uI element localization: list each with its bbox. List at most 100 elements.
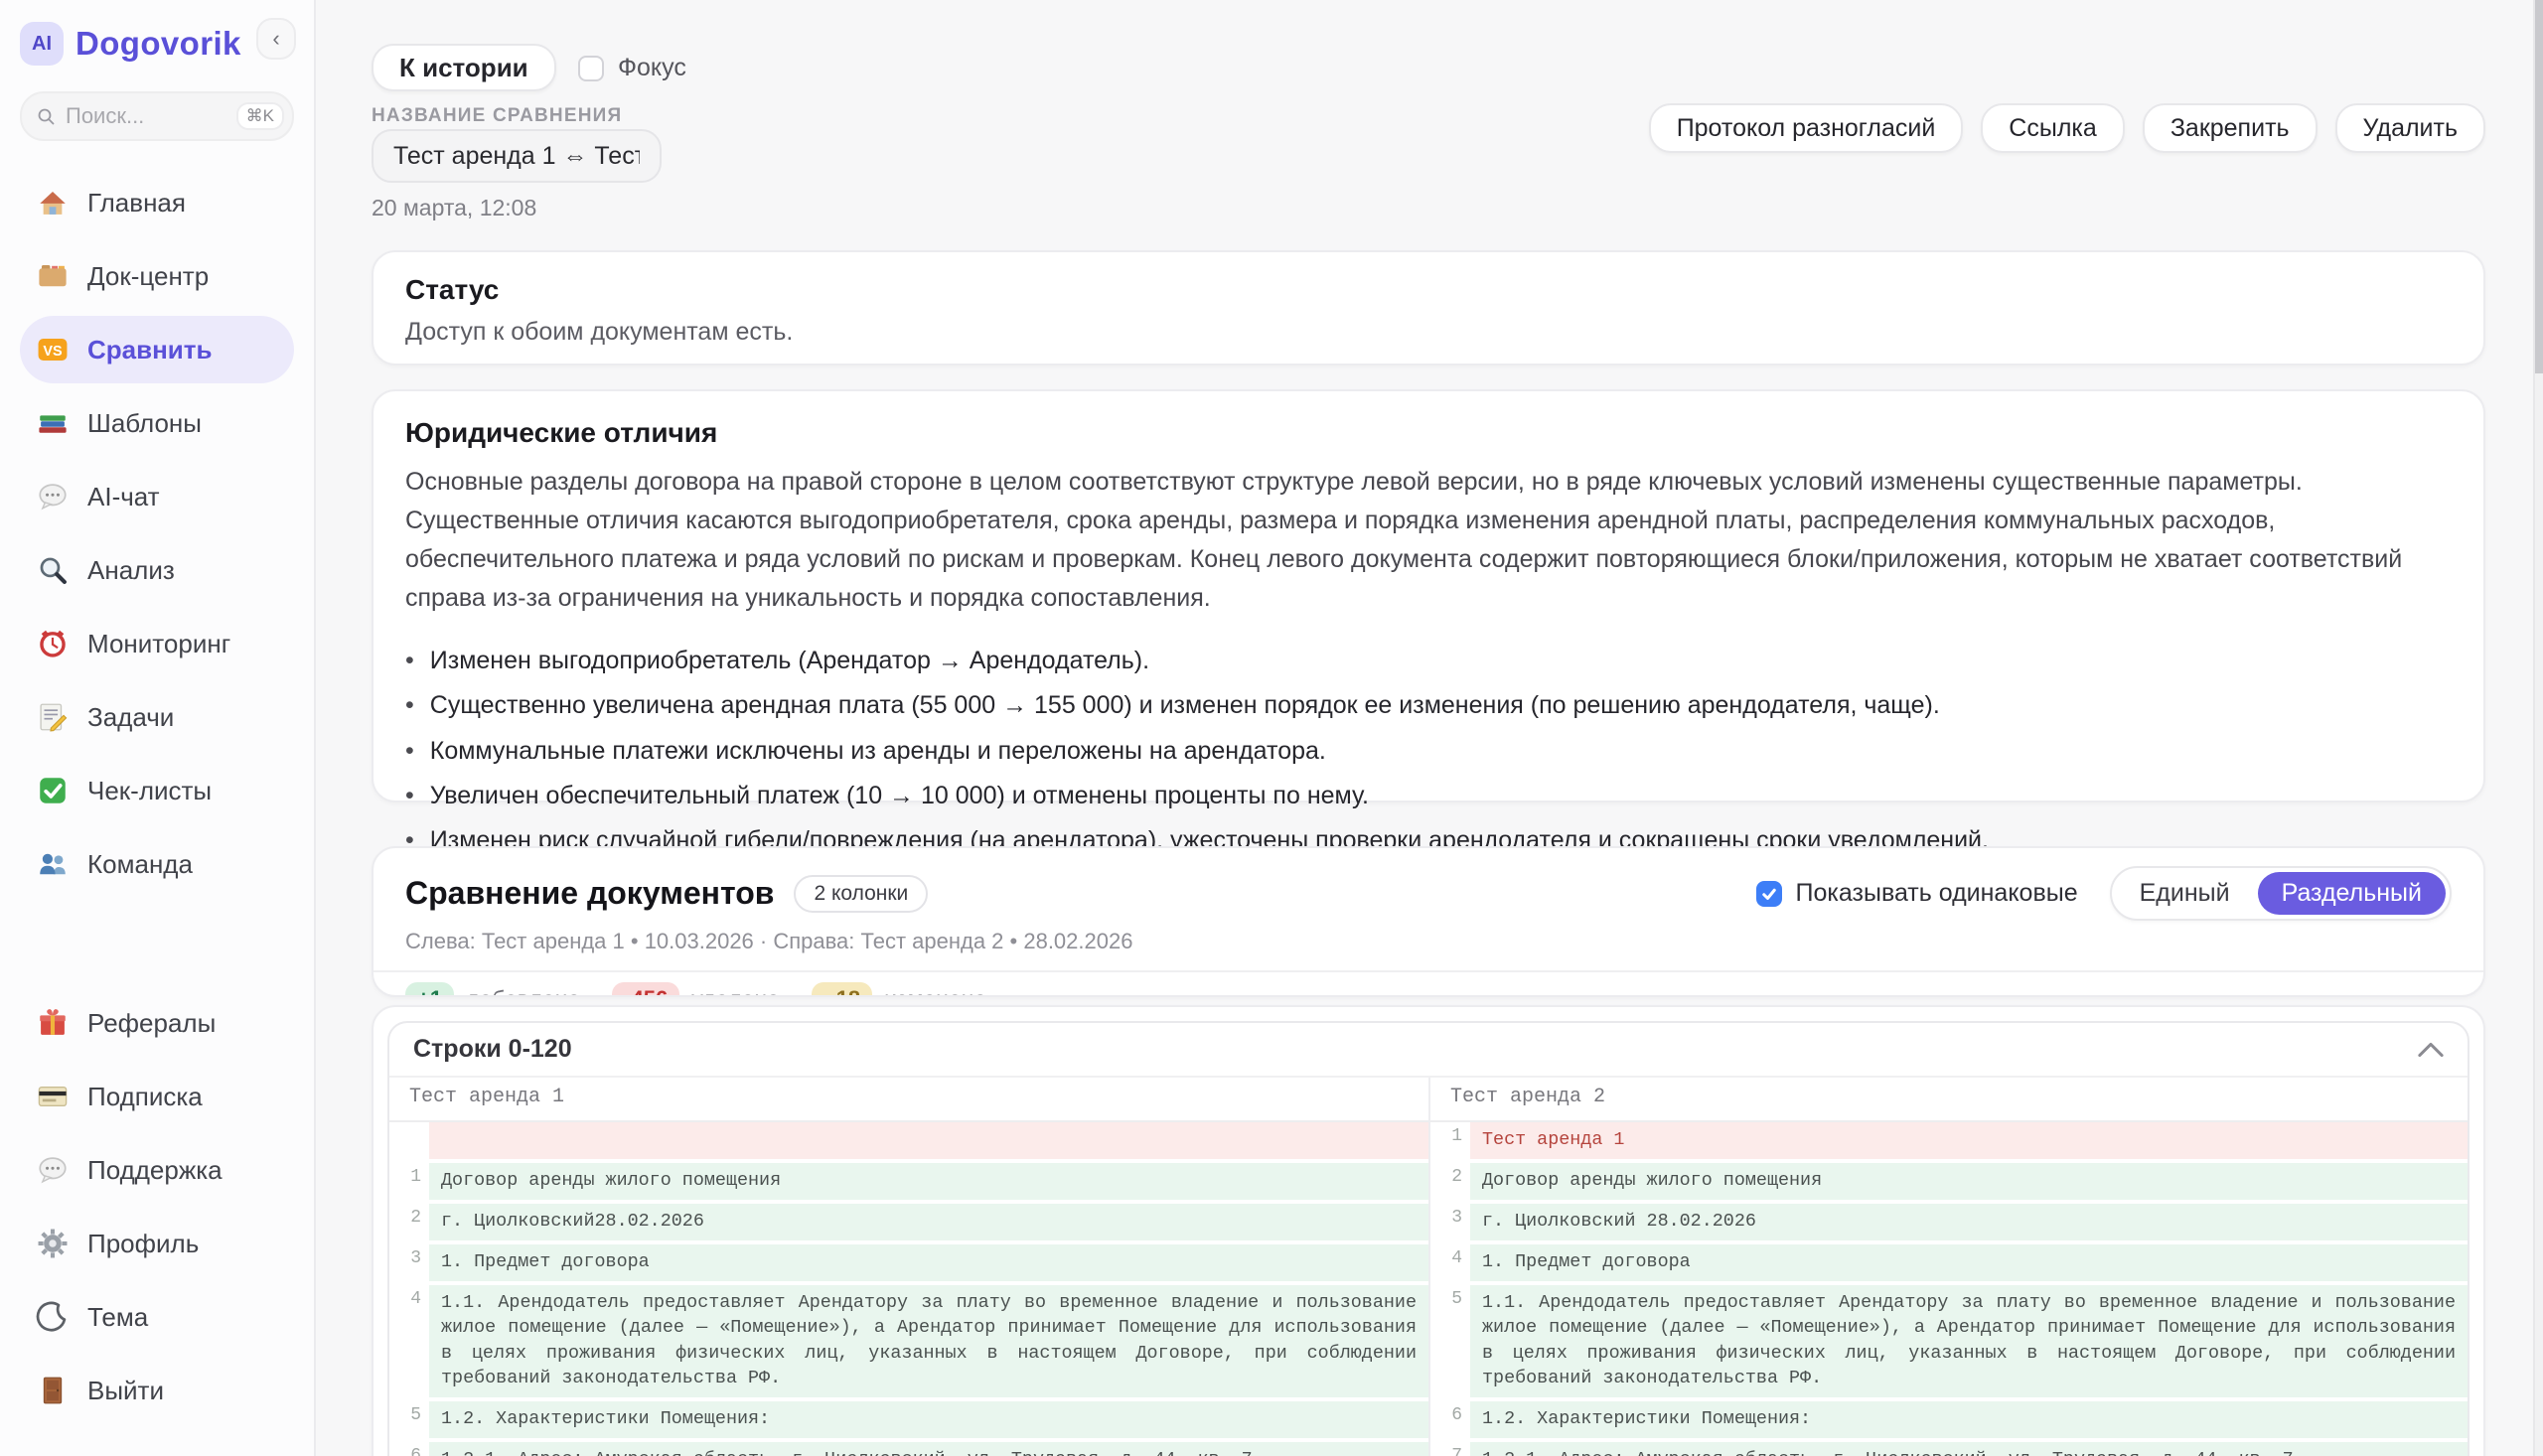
chat-icon: [36, 1153, 70, 1187]
line-number: 1: [389, 1163, 429, 1200]
back-to-history-button[interactable]: К истории: [372, 44, 556, 91]
right-document-column: Тест аренда 2 1Тест аренда 12Договор аре…: [1428, 1078, 2468, 1456]
sidebar-item-label: Сравнить: [87, 335, 213, 365]
sidebar-item-label: Чек-листы: [87, 776, 212, 806]
action-button-закрепить[interactable]: Закрепить: [2143, 103, 2318, 153]
sidebar-item-label: Подписка: [87, 1082, 203, 1112]
diff-stat-badge: +1: [405, 982, 454, 997]
sidebar-item-выйти[interactable]: Выйти: [20, 1357, 294, 1424]
sidebar-footer-nav: Рефералы Подписка Поддержка Профиль ТемаВыйт…: [20, 989, 294, 1424]
bullet-dot: •: [405, 646, 414, 676]
line-number: 4: [1430, 1244, 1470, 1281]
logo: AI Dogovorik ‹: [20, 18, 294, 70]
search-icon: [36, 553, 70, 587]
sidebar-item-рефералы[interactable]: Рефералы: [20, 989, 294, 1057]
show-identical-checkbox[interactable]: [1756, 881, 1782, 907]
header-actions: Протокол разногласий Ссылка Закрепить Удали…: [1649, 103, 2485, 153]
sidebar-item-команда[interactable]: Команда: [20, 830, 294, 898]
line-number: 2: [1430, 1163, 1470, 1200]
sidebar-item-label: AI-чат: [87, 482, 160, 512]
bullet-dot: •: [405, 690, 414, 721]
legal-differences-card: Юридические отличия Основные разделы дог…: [372, 389, 2485, 802]
line-number: 3: [1430, 1204, 1470, 1240]
sidebar-item-чек-листы[interactable]: Чек-листы: [20, 757, 294, 824]
diff-cell: 1.2. Характеристики Помещения:: [1470, 1401, 2468, 1438]
sidebar-collapse-button[interactable]: ‹: [256, 18, 296, 60]
legal-bullet-text: Коммунальные платежи исключены из аренды…: [430, 736, 1326, 767]
diff-stat-label: изменено: [884, 986, 986, 998]
search-shortcut-badge: ⌘K: [236, 102, 284, 130]
sidebar-item-подписка[interactable]: Подписка: [20, 1063, 294, 1130]
diff-cell: Тест аренда 1: [1470, 1122, 2468, 1159]
left-document-header: Тест аренда 1: [389, 1078, 1428, 1122]
diff-row: 2г. Циолковский28.02.2026: [389, 1204, 1428, 1240]
diff-stat-badge: -456: [612, 982, 679, 997]
diff-row: 2Договор аренды жилого помещения: [1430, 1163, 2468, 1200]
sidebar-item-док-центр[interactable]: Док-центр: [20, 242, 294, 310]
left-document-column: Тест аренда 1 1Договор аренды жилого пом…: [389, 1078, 1428, 1456]
sidebar-item-задачи[interactable]: Задачи: [20, 683, 294, 751]
sidebar-item-главная[interactable]: Главная: [20, 169, 294, 236]
sidebar-item-анализ[interactable]: Анализ: [20, 536, 294, 604]
sidebar-item-label: Команда: [87, 849, 193, 880]
action-button-ссылка[interactable]: Ссылка: [1981, 103, 2125, 153]
status-title: Статус: [405, 274, 2452, 306]
sidebar-item-label: Профиль: [87, 1229, 199, 1259]
search-placeholder: Поиск...: [66, 103, 226, 129]
search-icon: [36, 106, 56, 126]
diff-cell: [429, 1122, 1428, 1159]
action-button-удалить[interactable]: Удалить: [2335, 103, 2485, 153]
diff-row: 61.2.1. Адрес: Амурская область, г. Циол…: [389, 1442, 1428, 1456]
sidebar-item-ai-чат[interactable]: AI-чат: [20, 463, 294, 530]
diff-cell: Договор аренды жилого помещения: [1470, 1163, 2468, 1200]
sidebar-item-шаблоны[interactable]: Шаблоны: [20, 389, 294, 457]
line-number: [389, 1122, 429, 1159]
sidebar-item-поддержка[interactable]: Поддержка: [20, 1136, 294, 1204]
diff-stat-added: +1 добавлено: [405, 982, 580, 997]
gift-icon: [36, 1006, 70, 1040]
diff-cell: 1. Предмет договора: [1470, 1244, 2468, 1281]
diff-row: 31. Предмет договора: [389, 1244, 1428, 1281]
comparison-name-input[interactable]: [372, 129, 662, 183]
diff-row: 1Договор аренды жилого помещения: [389, 1163, 1428, 1200]
view-option-раздельный[interactable]: Раздельный: [2258, 872, 2446, 915]
diff-cell: г. Циолковский 28.02.2026: [1470, 1204, 2468, 1240]
chevron-up-icon[interactable]: [2418, 1042, 2444, 1058]
diff-cell: 1.2.1. Адрес: Амурская область, г. Циолк…: [1470, 1442, 2468, 1456]
view-mode-toggle: ЕдиныйРаздельный: [2110, 866, 2452, 921]
focus-label: Фокус: [618, 54, 686, 82]
diff-row: 1Тест аренда 1: [1430, 1122, 2468, 1159]
sidebar-item-профиль[interactable]: Профиль: [20, 1210, 294, 1277]
line-number: 3: [389, 1244, 429, 1281]
compare-title: Сравнение документов: [405, 875, 774, 912]
line-number: 5: [1430, 1285, 1470, 1397]
vs-icon: VS: [36, 333, 70, 366]
scrollbar-thumb[interactable]: [2535, 0, 2543, 373]
diff-stat-changed: ~18изменено: [812, 982, 986, 997]
rows-group: Строки 0-120 Тест аренда 1 1Договор арен…: [387, 1021, 2469, 1456]
search-input[interactable]: Поиск... ⌘K: [20, 91, 294, 141]
sidebar-item-мониторинг[interactable]: Мониторинг: [20, 610, 294, 677]
line-number: 1: [1430, 1122, 1470, 1159]
sidebar-nav: ГлавнаяДок-центр VS Сравнить Шаблоны AI-чат А…: [20, 169, 294, 898]
sidebar-item-label: Задачи: [87, 702, 174, 733]
compare-subtitle: Слева: Тест аренда 1 • 10.03.2026 · Спра…: [405, 929, 2452, 954]
compare-header-card: Сравнение документов 2 колонки Показыват…: [372, 846, 2485, 997]
focus-toggle[interactable]: Фокус: [578, 54, 686, 82]
chat-icon: [36, 480, 70, 513]
diff-stat-label: добавлено: [466, 986, 580, 998]
sidebar-item-сравнить[interactable]: VS Сравнить: [20, 316, 294, 383]
status-card: Статус Доступ к обоим документам есть.: [372, 250, 2485, 365]
home-icon: [36, 186, 70, 219]
focus-checkbox[interactable]: [578, 56, 604, 81]
sidebar-item-label: Шаблоны: [87, 408, 202, 439]
action-button-протокол-разногласий[interactable]: Протокол разногласий: [1649, 103, 1964, 153]
scrollbar-track[interactable]: [2533, 0, 2543, 1456]
sidebar-item-label: Рефералы: [87, 1008, 216, 1039]
ai-logo-badge: AI: [20, 22, 64, 66]
diff-row: 41. Предмет договора: [1430, 1244, 2468, 1281]
view-option-единый[interactable]: Единый: [2116, 872, 2254, 915]
sidebar-item-тема[interactable]: Тема: [20, 1283, 294, 1351]
show-identical-toggle[interactable]: Показывать одинаковые: [1756, 879, 2078, 908]
line-number: 6: [389, 1442, 429, 1456]
